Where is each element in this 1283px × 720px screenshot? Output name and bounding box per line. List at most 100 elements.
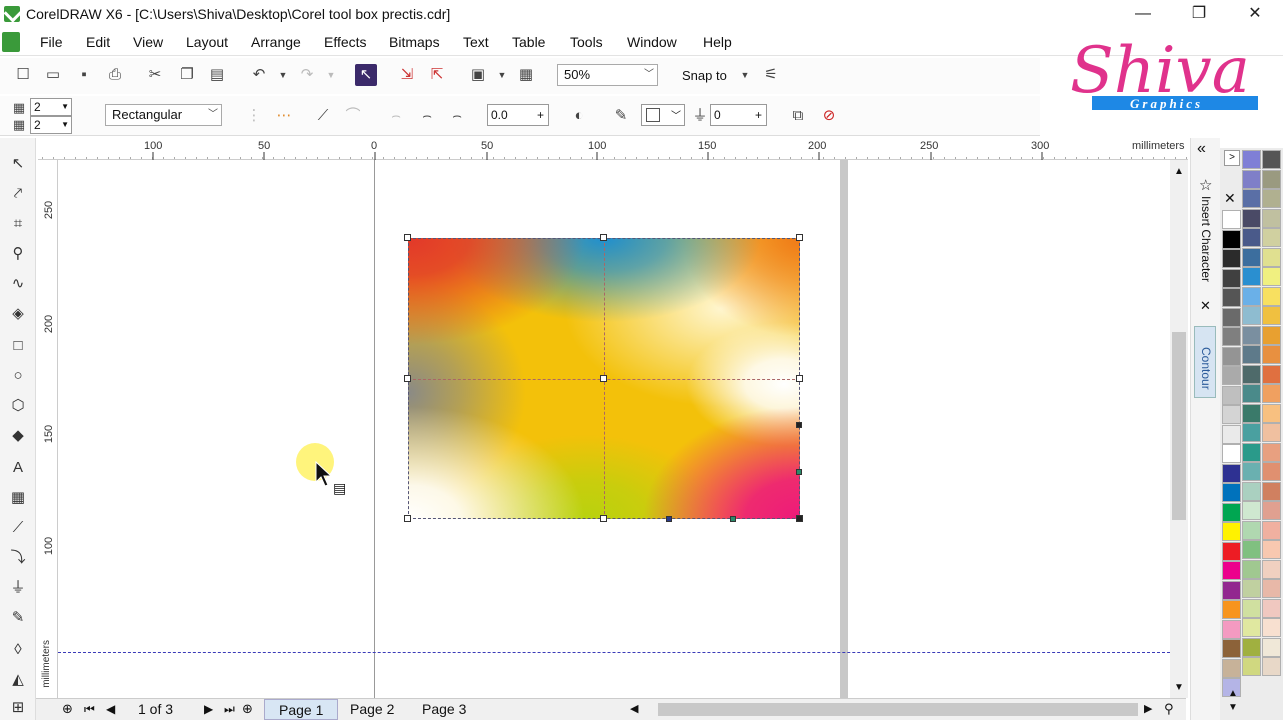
color-swatch[interactable] <box>1262 228 1281 247</box>
no-color-swatch-icon[interactable]: ✕ <box>1224 190 1236 207</box>
color-swatch[interactable] <box>1222 619 1241 639</box>
crop-tool-icon[interactable]: ⌗ <box>6 212 30 236</box>
color-swatch[interactable] <box>1262 442 1281 462</box>
color-swatch[interactable] <box>1222 346 1241 366</box>
polygon-tool-icon[interactable]: ⬡ <box>6 394 30 418</box>
color-swatch[interactable] <box>1242 208 1261 228</box>
color-swatch[interactable] <box>1262 618 1281 637</box>
menu-arrange[interactable]: Arrange <box>251 34 301 50</box>
color-swatch[interactable] <box>1222 229 1241 249</box>
color-swatch[interactable] <box>1262 637 1281 657</box>
ellipse-tool-icon[interactable]: ○ <box>6 364 30 388</box>
mesh-node[interactable] <box>404 515 411 522</box>
color-swatch[interactable] <box>1242 189 1261 208</box>
scroll-right-icon[interactable]: ▶ <box>1144 702 1152 715</box>
palette-scroll-up-icon[interactable]: ▲ <box>1228 688 1238 699</box>
color-swatch[interactable] <box>1262 345 1281 364</box>
collapse-dockers-icon[interactable]: « <box>1197 140 1206 158</box>
eyedropper-tool-icon[interactable]: ✎ <box>6 606 30 630</box>
transparency-field[interactable]: 0 + <box>710 104 767 126</box>
table-tool-icon[interactable]: ▦ <box>6 486 30 510</box>
mesh-fill-tool-icon[interactable]: ⊞ <box>6 696 30 720</box>
columns-spinbox[interactable]: 2 ▼ <box>30 116 72 134</box>
color-swatch[interactable] <box>1242 169 1261 189</box>
previous-page-icon[interactable]: ◀ <box>106 702 115 716</box>
color-swatch[interactable] <box>1222 307 1241 327</box>
save-icon[interactable]: ▪ <box>73 64 95 86</box>
curve-icon[interactable]: ⌒ <box>342 105 364 127</box>
freehand-tool-icon[interactable]: ∿ <box>6 272 30 296</box>
color-swatch[interactable] <box>1222 561 1241 580</box>
rectangle-tool-icon[interactable]: □ <box>6 334 30 358</box>
clear-mesh-icon[interactable]: ⊘ <box>818 105 840 127</box>
menu-layout[interactable]: Layout <box>186 34 228 50</box>
color-swatch[interactable] <box>1222 463 1241 483</box>
color-swatch[interactable] <box>1262 208 1281 228</box>
color-swatch[interactable] <box>1262 657 1281 676</box>
color-swatch[interactable] <box>1262 189 1281 208</box>
color-swatch[interactable] <box>1262 403 1281 423</box>
zoom-levels-select[interactable]: 50% ﹀ <box>557 64 658 86</box>
color-swatch[interactable] <box>1242 325 1261 345</box>
connector-tool-icon[interactable]: ⤵ <box>6 546 30 570</box>
color-swatch[interactable] <box>1242 267 1261 286</box>
paste-icon[interactable]: ▤ <box>206 64 228 86</box>
color-swatch[interactable] <box>1222 405 1241 424</box>
insert-character-tab[interactable]: Insert Character <box>1199 196 1213 282</box>
application-launcher-icon[interactable]: ▣ <box>467 64 489 86</box>
palette-flyout-icon[interactable]: > <box>1224 150 1240 166</box>
color-swatch[interactable] <box>1262 501 1281 520</box>
add-point-icon[interactable]: ⋮ <box>243 105 265 127</box>
color-swatch[interactable] <box>1222 483 1241 502</box>
snap-dropdown-icon[interactable]: ▼ <box>734 64 756 86</box>
color-swatch[interactable] <box>1242 364 1261 384</box>
cusp-node-icon[interactable]: ⌢ <box>446 105 468 127</box>
blend-tool-icon[interactable]: ⏚ <box>6 576 30 600</box>
color-swatch[interactable] <box>1242 637 1261 657</box>
redo-icon[interactable]: ↷ <box>296 64 318 86</box>
scroll-left-icon[interactable]: ◀ <box>630 702 638 715</box>
menu-effects[interactable]: Effects <box>324 34 367 50</box>
vertical-ruler[interactable]: 250 200 150 100 millimeters <box>38 160 58 698</box>
menu-file[interactable]: File <box>40 34 63 50</box>
color-swatch[interactable] <box>1222 522 1241 541</box>
eyedropper-icon[interactable]: ✎ <box>610 105 632 127</box>
mesh-node[interactable] <box>600 375 607 382</box>
color-swatch[interactable] <box>1242 150 1261 169</box>
fill-tool-icon[interactable]: ◭ <box>6 668 30 692</box>
color-swatch[interactable] <box>1262 423 1281 442</box>
color-swatch[interactable] <box>1242 657 1261 676</box>
color-swatch[interactable] <box>1242 442 1261 462</box>
mesh-node[interactable] <box>796 234 803 241</box>
color-swatch[interactable] <box>1242 228 1261 247</box>
node-offset-field[interactable]: 0.0 + <box>487 104 549 126</box>
menu-help[interactable]: Help <box>703 34 732 50</box>
search-content-icon[interactable]: ↖ <box>355 64 377 86</box>
color-swatch[interactable] <box>1222 424 1241 444</box>
menu-bitmaps[interactable]: Bitmaps <box>389 34 440 50</box>
mesh-control-handle[interactable] <box>796 422 802 428</box>
color-swatch[interactable] <box>1222 327 1241 346</box>
color-swatch[interactable] <box>1262 579 1281 598</box>
page-tab-2[interactable]: Page 2 <box>336 699 408 720</box>
palette-scroll-down-icon[interactable]: ▼ <box>1228 702 1238 713</box>
copy-icon[interactable]: ❐ <box>176 64 198 86</box>
welcome-screen-icon[interactable]: ▦ <box>515 64 537 86</box>
mesh-node[interactable] <box>600 515 607 522</box>
color-swatch[interactable] <box>1242 501 1261 520</box>
menu-edit[interactable]: Edit <box>86 34 110 50</box>
color-swatch[interactable] <box>1222 580 1241 600</box>
text-tool-icon[interactable]: A <box>6 456 30 480</box>
scroll-thumb[interactable] <box>1172 332 1186 520</box>
color-swatch[interactable] <box>1242 618 1261 637</box>
color-swatch[interactable] <box>1222 366 1241 385</box>
color-swatch[interactable] <box>1262 481 1281 501</box>
add-page-before-icon[interactable]: ⊕ <box>62 701 73 717</box>
scroll-up-icon[interactable]: ▲ <box>1174 166 1184 177</box>
color-swatch[interactable] <box>1262 325 1281 345</box>
color-swatch[interactable] <box>1222 541 1241 561</box>
shape-tool-icon[interactable]: ⤤ <box>6 182 30 206</box>
zoom-navigator-icon[interactable]: ⚲ <box>1164 701 1174 717</box>
outline-tool-icon[interactable]: ◊ <box>6 638 30 662</box>
color-swatch[interactable] <box>1242 540 1261 559</box>
